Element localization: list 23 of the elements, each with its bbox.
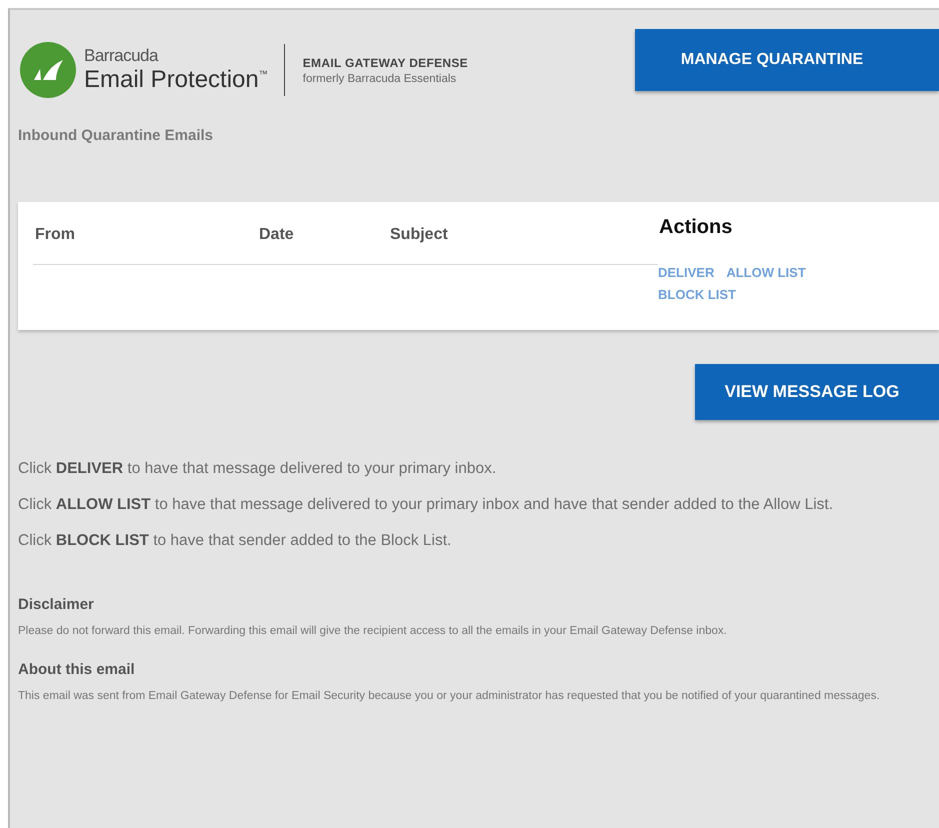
- action-link[interactable]: ALLOW LIST: [726, 265, 806, 280]
- logo-icon: [20, 42, 76, 98]
- trademark-mark: ™: [258, 69, 268, 79]
- instruction-text: Click DELIVER to have that message delivered to your primary inbox.: [18, 459, 498, 479]
- brand-name: Barracuda: [84, 46, 160, 66]
- instruction-text: Click BLOCK LIST to have that sender added to the Block List.: [18, 531, 452, 551]
- view-message-log-button[interactable]: VIEW MESSAGE LOG: [695, 364, 939, 420]
- column-header: From: [34, 226, 76, 244]
- section-title: Inbound Quarantine Emails: [18, 127, 214, 144]
- action-link[interactable]: DELIVER: [658, 265, 714, 280]
- product-name: Email Protection: [84, 66, 259, 94]
- column-header: Date: [259, 226, 295, 244]
- manage-quarantine-button[interactable]: MANAGE QUARANTINE: [635, 29, 939, 91]
- actions-heading: Actions: [659, 216, 734, 239]
- column-header: Subject: [390, 226, 448, 244]
- note-heading: About this email: [18, 661, 136, 678]
- action-link[interactable]: BLOCK LIST: [658, 287, 736, 302]
- former-name: formerly Barracuda Essentials: [302, 72, 458, 84]
- note-text: Please do not forward this email. Forwarding this email will give the recipient access to all the emails in your Email Gateway Defense inbox.: [18, 624, 728, 639]
- service-name: EMAIL GATEWAY DEFENSE: [302, 56, 468, 70]
- note-heading: Disclaimer: [18, 596, 95, 613]
- note-text: This email was sent from Email Gateway Defense for Email Security because you or your administrator has requested that you be notified of your quarantined messages.: [18, 689, 881, 704]
- instruction-text: Click ALLOW LIST to have that message delivered to your primary inbox and have that sender added to the Allow List.: [18, 495, 834, 515]
